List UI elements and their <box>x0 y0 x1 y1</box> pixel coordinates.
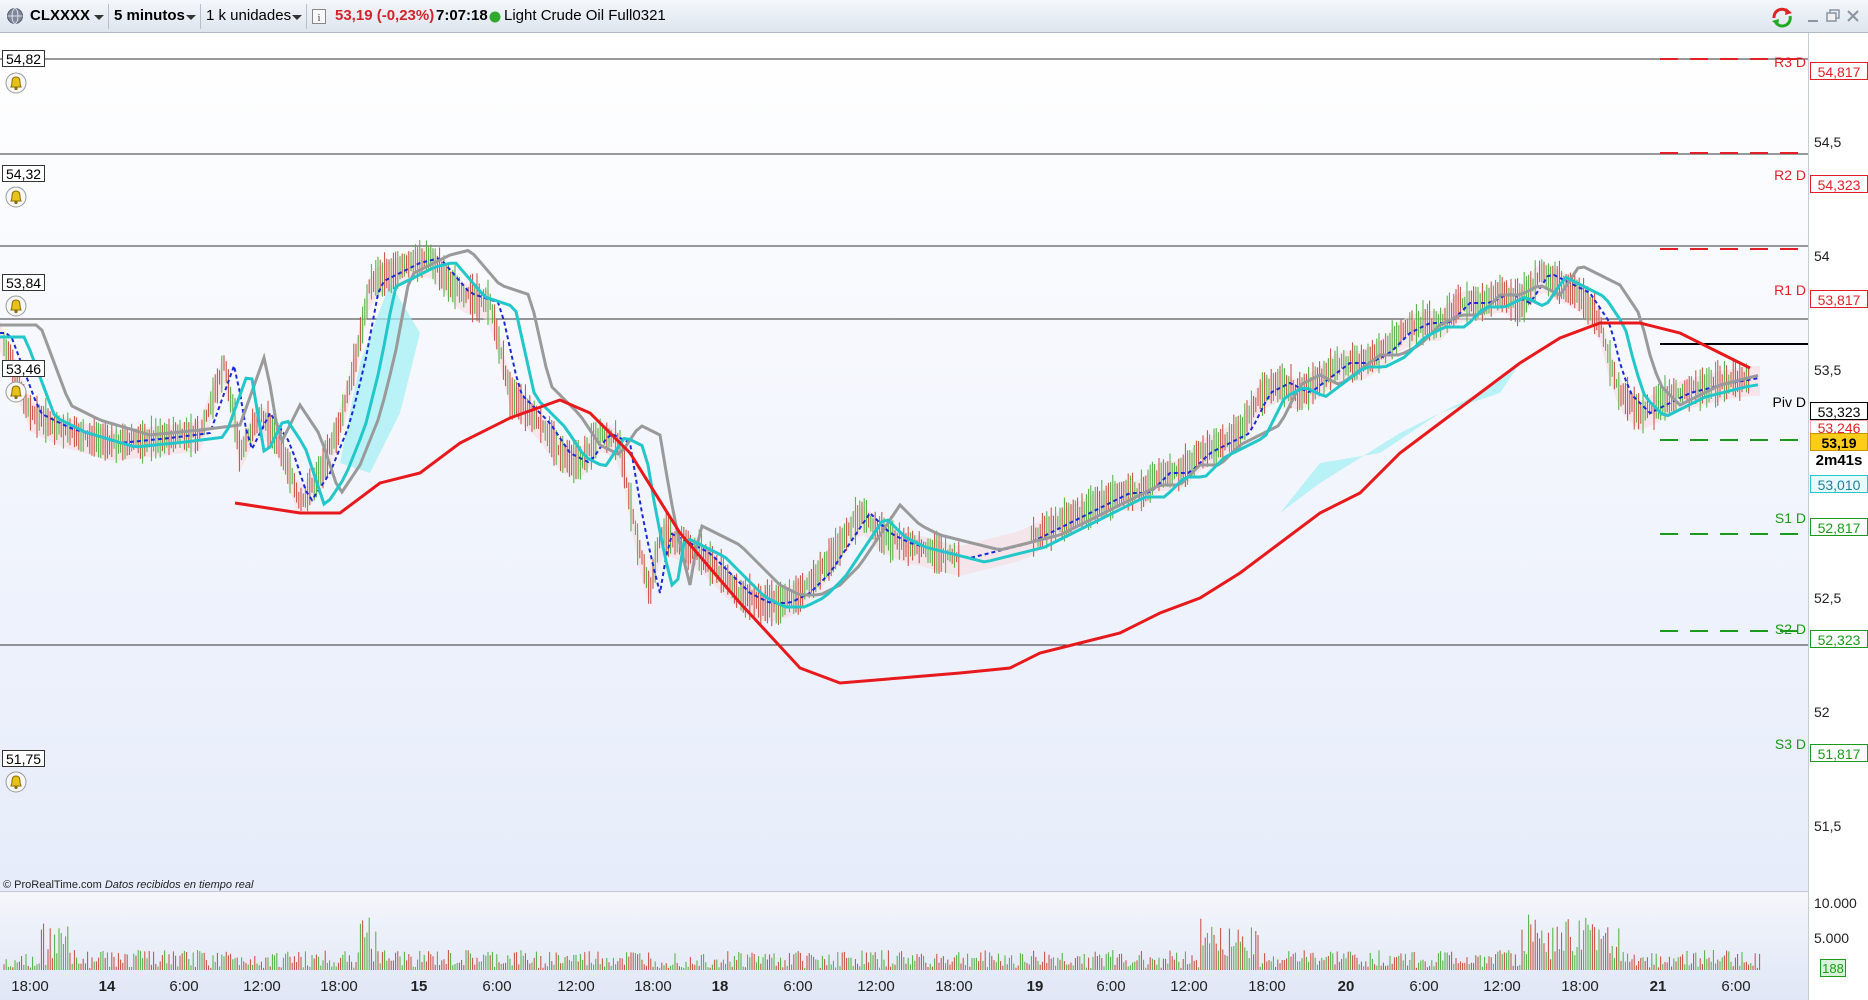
credit-note: Datos recibidos en tiempo real <box>104 879 254 891</box>
volume-last-value: 188 <box>1820 959 1846 977</box>
price-chart-panel[interactable] <box>0 33 1808 891</box>
data-credit: © ProRealTime.com Datos recibidos en tie… <box>3 879 253 891</box>
pivot-r2-value: 54,323 <box>1810 175 1868 193</box>
time-tick-label: 6:00 <box>1721 978 1751 995</box>
time-tick-label: 20 <box>1337 978 1355 995</box>
refresh-icon[interactable] <box>1770 6 1794 28</box>
time-tick-label: 18:00 <box>320 978 358 995</box>
instrument-name: Light Crude Oil Full0321 <box>504 7 666 24</box>
info-icon[interactable]: i <box>312 9 326 24</box>
symbol-selector[interactable]: CLXXXX <box>30 5 90 27</box>
bell-icon[interactable] <box>5 771 27 793</box>
pivot-s3-value: 51,817 <box>1810 744 1868 762</box>
last-price-tag: 53,19 <box>1810 433 1868 451</box>
time-tick-label: 18:00 <box>11 978 49 995</box>
y-tick-label: 51,5 <box>1814 818 1842 834</box>
alert-level-label[interactable]: 51,75 <box>2 750 45 767</box>
y-tick-label: 54 <box>1814 248 1830 264</box>
pivot-s1-value: 52,817 <box>1810 518 1868 536</box>
chart-toolbar: CLXXXX 5 minutos 1 k unidades i 53,19 (-… <box>0 0 1868 33</box>
alert-level-label[interactable]: 53,46 <box>2 360 45 377</box>
chevron-down-icon[interactable] <box>94 15 104 20</box>
pivot-r2-name: R2 D <box>1774 167 1806 183</box>
chevron-down-icon[interactable] <box>292 15 302 20</box>
time-tick-label: 14 <box>98 978 116 995</box>
time-tick-label: 12:00 <box>557 978 595 995</box>
chevron-down-icon[interactable] <box>186 15 196 20</box>
time-tick-label: 18:00 <box>1248 978 1286 995</box>
bar-countdown: 2m41s <box>1810 451 1868 469</box>
y-tick-label: 52 <box>1814 704 1830 720</box>
volume-tick-label: 5.000 <box>1814 930 1850 946</box>
bell-icon[interactable] <box>5 72 27 94</box>
pivot-r3-value: 54,817 <box>1810 62 1868 80</box>
credit-brand: © ProRealTime.com <box>3 879 102 891</box>
bell-icon[interactable] <box>5 381 27 403</box>
time-tick-label: 18:00 <box>1561 978 1599 995</box>
pivot-s3-name: S3 D <box>1774 736 1806 752</box>
restore-icon[interactable] <box>1826 9 1840 23</box>
time-tick-label: 19 <box>1026 978 1044 995</box>
bell-icon[interactable] <box>5 295 27 317</box>
time-tick-label: 21 <box>1649 978 1667 995</box>
alert-level-label[interactable]: 54,32 <box>2 165 45 182</box>
svg-text:i: i <box>317 12 320 24</box>
pivot-r1-value: 53,817 <box>1810 290 1868 308</box>
time-tick-label: 12:00 <box>857 978 895 995</box>
minimize-icon[interactable] <box>1806 10 1820 24</box>
time-tick-label: 6:00 <box>169 978 199 995</box>
pivot-s2-name: S2 D <box>1774 621 1806 637</box>
alert-level-label[interactable]: 53,84 <box>2 274 45 291</box>
time-tick-label: 18:00 <box>634 978 672 995</box>
red-average-line <box>234 321 1751 685</box>
pivot-s1-name: S1 D <box>1774 510 1806 526</box>
alert-level-label[interactable]: 54,82 <box>2 50 45 67</box>
volume-tick-label: 10.000 <box>1814 895 1857 911</box>
y-tick-label: 53,5 <box>1814 362 1842 378</box>
pivot-s2-value: 52,323 <box>1810 630 1868 648</box>
close-icon[interactable] <box>1846 9 1860 23</box>
bell-icon[interactable] <box>5 186 27 208</box>
time-tick-label: 12:00 <box>243 978 281 995</box>
units-selector[interactable]: 1 k unidades <box>206 5 291 27</box>
price-chart[interactable] <box>0 33 1808 891</box>
pivot-r3-name: R3 D <box>1774 54 1806 70</box>
status-dot-icon <box>489 11 501 23</box>
time-tick-label: 6:00 <box>783 978 813 995</box>
pivot-name: Piv D <box>1772 394 1806 410</box>
y-tick-label: 54,5 <box>1814 134 1842 150</box>
time-tick-label: 6:00 <box>482 978 512 995</box>
y-tick-label: 52,5 <box>1814 590 1842 606</box>
globe-icon[interactable] <box>6 7 24 25</box>
pivot-r1-name: R1 D <box>1774 282 1806 298</box>
pivot-value: 53,323 <box>1810 402 1868 420</box>
time-tick-label: 12:00 <box>1483 978 1521 995</box>
time-tick-label: 18 <box>711 978 729 995</box>
time-tick-label: 15 <box>410 978 428 995</box>
price-change: 53,19 (-0,23%) <box>335 7 435 24</box>
clock-time: 7:07:18 <box>436 7 488 24</box>
timeframe-selector[interactable]: 5 minutos <box>114 5 185 27</box>
time-tick-label: 18:00 <box>935 978 973 995</box>
time-tick-label: 6:00 <box>1409 978 1439 995</box>
time-tick-label: 6:00 <box>1096 978 1126 995</box>
cyan-ma-value: 53,010 <box>1810 475 1868 493</box>
red-ma-value: 53,246 <box>1810 420 1868 434</box>
time-tick-label: 12:00 <box>1170 978 1208 995</box>
